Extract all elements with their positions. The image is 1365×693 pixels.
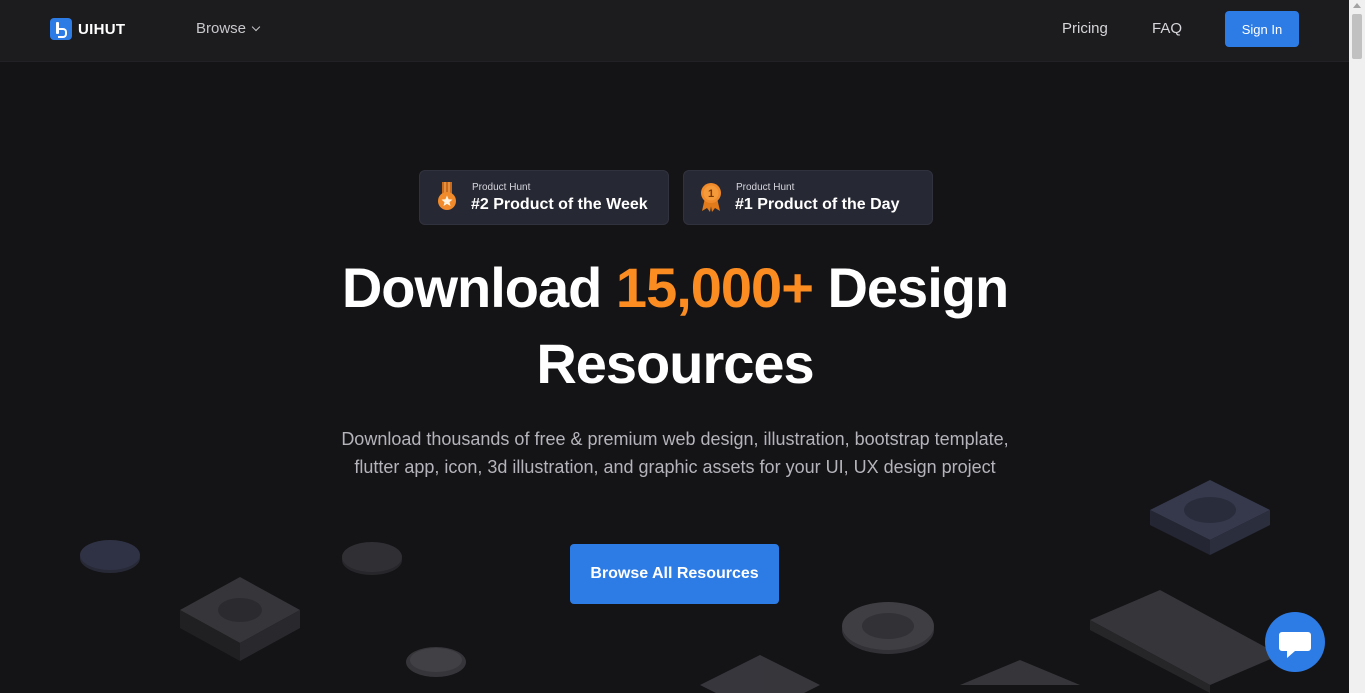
hero-subtitle: Download thousands of free & premium web… xyxy=(341,429,1009,477)
headline-suffix: Design xyxy=(827,256,1009,319)
award-ribbon-icon: 1 xyxy=(701,183,721,212)
badge-source: Product Hunt xyxy=(472,182,531,193)
headline-line2: Resources xyxy=(536,332,814,395)
nav-faq-link[interactable]: FAQ xyxy=(1152,20,1182,37)
badge-title: #1 Product of the Day xyxy=(735,196,900,213)
medal-icon xyxy=(438,182,456,210)
browse-label: Browse xyxy=(196,20,247,37)
award-rank: 1 xyxy=(708,188,714,200)
product-hunt-week-badge[interactable]: Product Hunt #2 Product of the Week xyxy=(419,170,669,225)
hero-headline: Download 15,000+ Design Resources xyxy=(283,250,1067,402)
product-hunt-day-badge[interactable]: 1 Product Hunt #1 Product of the Day xyxy=(683,170,933,225)
chat-widget-button[interactable] xyxy=(1265,612,1325,672)
logo[interactable]: UIHUT xyxy=(50,18,125,40)
browse-all-resources-button[interactable]: Browse All Resources xyxy=(570,544,779,604)
headline-prefix: Download xyxy=(341,256,603,319)
scrollbar-thumb[interactable] xyxy=(1352,14,1362,59)
top-navbar: UIHUT Browse Pricing FAQ Sign In xyxy=(0,0,1349,62)
nav-pricing-link[interactable]: Pricing xyxy=(1062,20,1108,37)
chat-icon xyxy=(1279,632,1311,658)
badge-title: #2 Product of the Week xyxy=(471,196,648,213)
badge-source: Product Hunt xyxy=(736,182,795,193)
logo-text: UIHUT xyxy=(78,20,126,38)
scrollbar[interactable] xyxy=(1349,0,1365,693)
logo-icon xyxy=(50,18,72,40)
chevron-down-icon xyxy=(251,22,261,32)
sign-in-button[interactable]: Sign In xyxy=(1225,11,1299,47)
browse-menu[interactable]: Browse xyxy=(196,20,261,37)
scroll-up-arrow-icon[interactable] xyxy=(1353,3,1361,8)
headline-highlight: 15,000+ xyxy=(615,256,814,319)
